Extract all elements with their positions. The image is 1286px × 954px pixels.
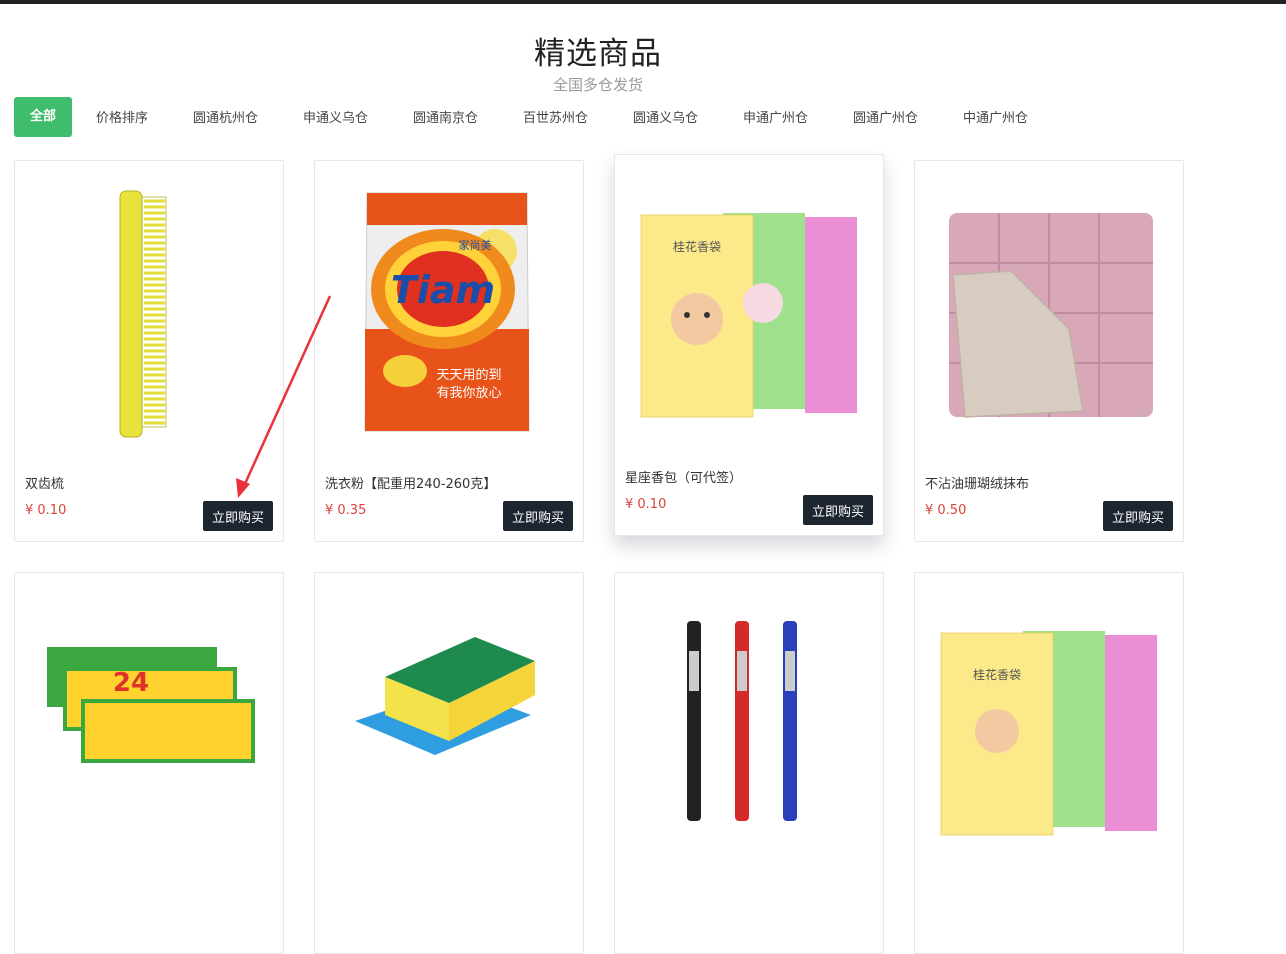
product-card[interactable]: Tiam 家尚美 天天用的到 有我你放心 洗衣粉【配重用240-260克】 ¥ … [314, 160, 584, 542]
filter-zto-guangzhou[interactable]: 中通广州仓 [963, 97, 1028, 137]
svg-text:Tiam: Tiam [391, 268, 495, 312]
product-price: ¥ 0.10 [625, 497, 667, 512]
filter-yto-yiwu[interactable]: 圆通义乌仓 [633, 97, 698, 137]
cloth-icon [949, 213, 1153, 418]
pens-icon [687, 621, 797, 821]
product-name: 双齿梳 [25, 477, 65, 492]
filter-yto-nanjing[interactable]: 圆通南京仓 [413, 97, 478, 137]
buy-now-button[interactable]: 立即购买 [803, 495, 873, 525]
detergent-icon: Tiam 家尚美 天天用的到 有我你放心 [364, 192, 530, 432]
filter-yto-hangzhou[interactable]: 圆通杭州仓 [193, 97, 258, 137]
product-price: ¥ 0.35 [325, 503, 367, 518]
buy-now-button[interactable]: 立即购买 [203, 501, 273, 531]
svg-text:桂花香袋: 桂花香袋 [673, 239, 721, 254]
buy-now-button[interactable]: 立即购买 [1103, 501, 1173, 531]
buy-now-button[interactable]: 立即购买 [503, 501, 573, 531]
filter-best-suzhou[interactable]: 百世苏州仓 [523, 97, 588, 137]
page-subtitle: 全国多仓发货 [552, 76, 643, 94]
filter-price-sort[interactable]: 价格排序 [96, 97, 148, 137]
sponge-icon [355, 637, 535, 755]
sachet-icon: 桂花香袋 [640, 213, 857, 418]
sachet-icon: 桂花香袋 [940, 631, 1157, 836]
product-price: ¥ 0.50 [925, 503, 967, 518]
soap-icon: 24 [47, 647, 255, 763]
page-title: 精选商品 [534, 36, 662, 72]
product-name: 星座香包（可代签） [625, 471, 743, 486]
svg-text:桂花香袋: 桂花香袋 [973, 667, 1021, 682]
filter-sto-yiwu[interactable]: 申通义乌仓 [303, 97, 368, 137]
product-card[interactable]: 双齿梳 ¥ 0.10 立即购买 [14, 160, 284, 542]
product-name: 不沾油珊瑚绒抹布 [925, 477, 1030, 492]
product-card[interactable]: 桂花香袋 [914, 572, 1184, 954]
product-price: ¥ 0.10 [25, 503, 67, 518]
product-card[interactable] [314, 572, 584, 954]
svg-text:家尚美: 家尚美 [459, 238, 492, 252]
filter-yto-guangzhou[interactable]: 圆通广州仓 [853, 97, 918, 137]
svg-text:24: 24 [113, 668, 149, 698]
product-card[interactable]: 不沾油珊瑚绒抹布 ¥ 0.50 立即购买 [914, 160, 1184, 542]
filter-sto-guangzhou[interactable]: 申通广州仓 [743, 97, 808, 137]
top-border [0, 0, 1286, 4]
svg-text:有我你放心: 有我你放心 [436, 386, 501, 401]
product-card[interactable] [614, 572, 884, 954]
comb-icon [119, 190, 167, 438]
filter-all[interactable]: 全部 [14, 97, 72, 137]
product-card[interactable]: 桂花香袋 星座香包（可代签） ¥ 0.10 立即购买 [614, 154, 884, 536]
svg-text:天天用的到: 天天用的到 [436, 367, 501, 383]
product-card[interactable]: 24 [14, 572, 284, 954]
product-name: 洗衣粉【配重用240-260克】 [325, 477, 497, 492]
